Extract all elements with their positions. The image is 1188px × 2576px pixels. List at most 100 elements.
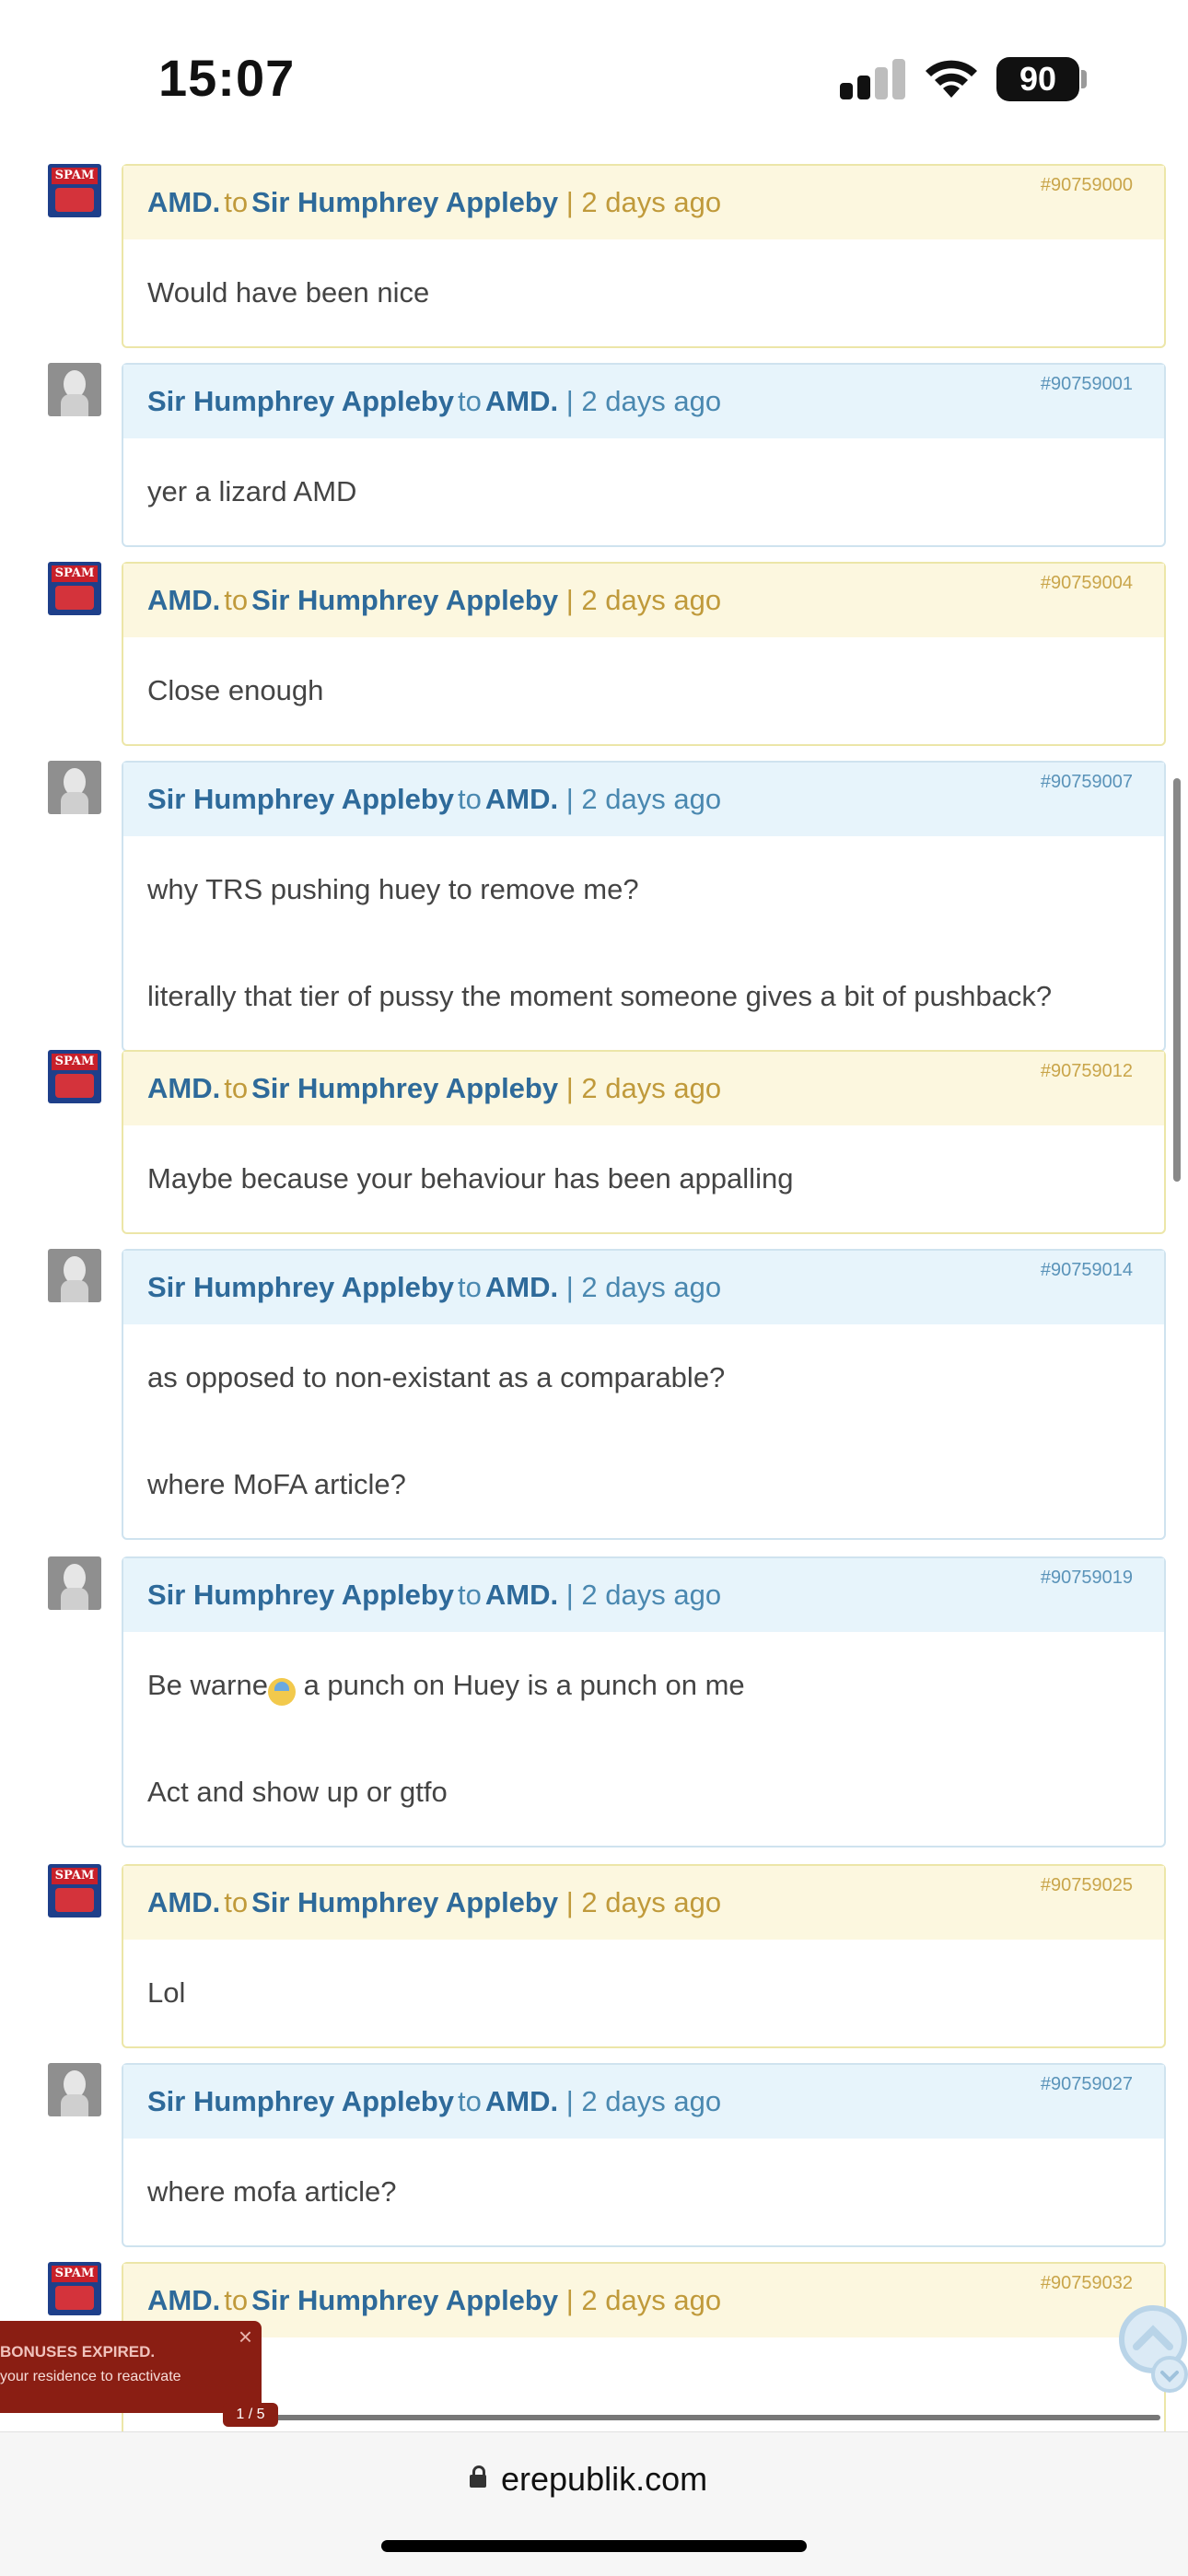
message-line: Would have been nice — [147, 276, 430, 309]
scroll-to-top-icon[interactable] — [1111, 2299, 1188, 2400]
recipient-link[interactable]: Sir Humphrey Appleby — [251, 1072, 558, 1104]
message-body: Would have been nice — [123, 239, 1164, 346]
message-header: AMD. to Sir Humphrey Appleby | 2 days ago #… — [123, 2264, 1164, 2337]
battery-icon: 90 — [996, 57, 1079, 101]
avatar-humphrey[interactable] — [48, 1249, 101, 1302]
notification-title: BONUSES EXPIRED. — [0, 2343, 156, 2360]
home-indicator[interactable] — [381, 2540, 807, 2552]
message-bubble: AMD. to Sir Humphrey Appleby | 2 days ago #… — [122, 1050, 1166, 1234]
avatar-logo-label: SPAM — [52, 168, 98, 184]
message-text: Be warne — [147, 1669, 268, 1701]
recipient-link[interactable]: Sir Humphrey Appleby — [251, 584, 558, 616]
recipient-link[interactable]: AMD. — [485, 2085, 558, 2117]
avatar-humphrey[interactable] — [48, 2063, 101, 2116]
to-label: to — [458, 2085, 482, 2117]
notification-pager[interactable]: 1 / 5 — [223, 2403, 278, 2427]
vertical-scrollbar[interactable] — [1173, 778, 1181, 1182]
sender-link[interactable]: AMD. — [147, 186, 220, 218]
sender-link[interactable]: AMD. — [147, 584, 220, 616]
avatar-humphrey[interactable] — [48, 761, 101, 814]
avatar-amd[interactable]: SPAM — [48, 2262, 101, 2315]
to-label: to — [458, 1271, 482, 1303]
message-bubble: Sir Humphrey Appleby to AMD. | 2 days ago #… — [122, 1556, 1166, 1847]
sender-link[interactable]: Sir Humphrey Appleby — [147, 1579, 454, 1611]
message-id-link[interactable]: #90759007 — [1041, 763, 1133, 801]
avatar-amd[interactable]: SPAM — [48, 1050, 101, 1103]
horizontal-scrollbar[interactable] — [223, 2415, 1160, 2420]
recipient-link[interactable]: AMD. — [485, 1579, 558, 1611]
avatar-amd[interactable]: SPAM — [48, 562, 101, 615]
sender-link[interactable]: AMD. — [147, 2284, 220, 2316]
message-body: where mofa article? — [123, 2139, 1164, 2245]
message-line: Maybe because your behaviour has been ap… — [147, 1162, 794, 1195]
message-body: Maybe because your behaviour has been ap… — [123, 1125, 1164, 1232]
message-header: AMD. to Sir Humphrey Appleby | 2 days ago #… — [123, 1052, 1164, 1125]
message-id-link[interactable]: #90759019 — [1041, 1558, 1133, 1597]
timestamp: | 2 days ago — [565, 783, 722, 815]
sender-link[interactable]: Sir Humphrey Appleby — [147, 1271, 454, 1303]
sender-link[interactable]: Sir Humphrey Appleby — [147, 385, 454, 417]
to-label: to — [224, 1072, 249, 1104]
avatar-humphrey[interactable] — [48, 1556, 101, 1610]
message-line: Lol — [147, 1976, 186, 2009]
sender-link[interactable]: Sir Humphrey Appleby — [147, 2085, 454, 2117]
status-bar: 15:07 90 — [0, 0, 1188, 161]
message-line: Act and show up or gtfo — [147, 1776, 448, 1808]
to-label: to — [224, 1886, 249, 1918]
sender-link[interactable]: Sir Humphrey Appleby — [147, 783, 454, 815]
recipient-link[interactable]: Sir Humphrey Appleby — [251, 1886, 558, 1918]
message-header: Sir Humphrey Appleby to AMD. | 2 days ago #… — [123, 763, 1164, 836]
message-id-link[interactable]: #90759004 — [1041, 564, 1133, 602]
message-bubble: Sir Humphrey Appleby to AMD. | 2 days ago #… — [122, 363, 1166, 547]
message-id-link[interactable]: #90759001 — [1041, 365, 1133, 403]
recipient-link[interactable]: AMD. — [485, 385, 558, 417]
message-id-link[interactable]: #90759025 — [1041, 1866, 1133, 1905]
message-body: yer a lizard AMD — [123, 438, 1164, 545]
recipient-link[interactable]: AMD. — [485, 783, 558, 815]
message-line: where MoFA article? — [147, 1468, 406, 1500]
message-id-link[interactable]: #90759000 — [1041, 166, 1133, 204]
message-header: AMD. to Sir Humphrey Appleby | 2 days ago #… — [123, 564, 1164, 637]
message-line: as opposed to non-existant as a comparab… — [147, 1361, 726, 1393]
clock: 15:07 — [158, 49, 296, 107]
to-label: to — [224, 2284, 249, 2316]
bonus-expired-notification[interactable]: BONUSES EXPIRED. your residence to react… — [0, 2321, 262, 2413]
fearful-face-emoji-icon — [267, 1678, 296, 1706]
timestamp: | 2 days ago — [565, 2085, 722, 2117]
recipient-link[interactable]: Sir Humphrey Appleby — [251, 186, 558, 218]
avatar-logo-label: SPAM — [52, 1868, 98, 1884]
message-line: yer a lizard AMD — [147, 475, 357, 507]
browser-address-bar[interactable]: erepublik.com — [0, 2431, 1188, 2576]
timestamp: | 2 days ago — [565, 2284, 722, 2316]
message-line: Be warne a punch on Huey is a punch on m… — [147, 1632, 1140, 1739]
to-label: to — [224, 584, 249, 616]
message-body: Lol — [123, 1940, 1164, 2046]
timestamp: | 2 days ago — [565, 1271, 722, 1303]
avatar-amd[interactable]: SPAM — [48, 164, 101, 217]
sender-link[interactable]: AMD. — [147, 1886, 220, 1918]
timestamp: | 2 days ago — [565, 584, 722, 616]
message-id-link[interactable]: #90759014 — [1041, 1251, 1133, 1289]
message-header: Sir Humphrey Appleby to AMD. | 2 days ago #… — [123, 365, 1164, 438]
message-bubble: Sir Humphrey Appleby to AMD. | 2 days ago #… — [122, 2063, 1166, 2247]
avatar-amd[interactable]: SPAM — [48, 1864, 101, 1917]
sender-link[interactable]: AMD. — [147, 1072, 220, 1104]
message-body: Close enough — [123, 637, 1164, 744]
avatar-logo-label: SPAM — [52, 565, 98, 582]
close-icon[interactable]: × — [239, 2323, 252, 2351]
recipient-link[interactable]: AMD. — [485, 1271, 558, 1303]
timestamp: | 2 days ago — [565, 1579, 722, 1611]
message-line: literally that tier of pussy the moment … — [147, 980, 1053, 1012]
message-text: a punch on Huey is a punch on me — [295, 1669, 745, 1701]
message-body: Be warne a punch on Huey is a punch on m… — [123, 1632, 1164, 1846]
message-body: why TRS pushing huey to remove me? litera… — [123, 836, 1164, 1050]
message-id-link[interactable]: #90759012 — [1041, 1052, 1133, 1090]
message-id-link[interactable]: #90759027 — [1041, 2065, 1133, 2104]
lock-icon — [470, 2465, 486, 2488]
avatar-humphrey[interactable] — [48, 363, 101, 416]
wifi-icon — [926, 60, 977, 98]
recipient-link[interactable]: Sir Humphrey Appleby — [251, 2284, 558, 2316]
message-feed[interactable]: SPAM AMD. to Sir Humphrey Appleby | 2 days … — [0, 0, 1188, 2431]
message-id-link[interactable]: #90759032 — [1041, 2264, 1133, 2302]
message-header: AMD. to Sir Humphrey Appleby | 2 days ago #… — [123, 1866, 1164, 1940]
